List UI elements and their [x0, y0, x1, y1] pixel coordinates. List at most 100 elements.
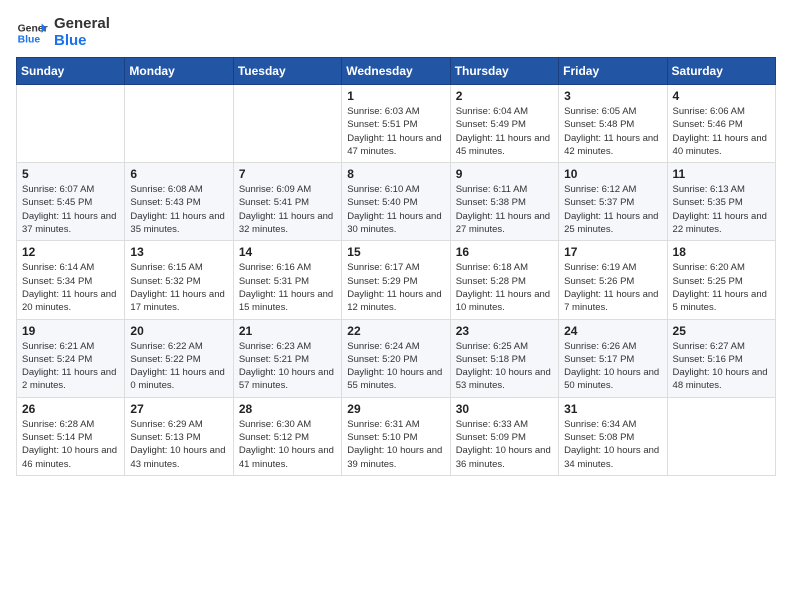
day-number: 12 [22, 245, 119, 259]
calendar-cell [233, 85, 341, 163]
day-info-text: Daylight: 10 hours and 57 minutes. [239, 366, 336, 393]
day-number: 7 [239, 167, 336, 181]
day-info-text: Sunset: 5:43 PM [130, 196, 227, 209]
calendar-cell: 12 Sunrise: 6:14 AMSunset: 5:34 PMDayligh… [17, 241, 125, 319]
day-info-text: Daylight: 11 hours and 35 minutes. [130, 210, 227, 237]
day-number: 30 [456, 402, 553, 416]
day-number: 8 [347, 167, 444, 181]
day-info-text: Sunset: 5:22 PM [130, 353, 227, 366]
day-info-text: Daylight: 11 hours and 25 minutes. [564, 210, 661, 237]
day-info-text: Sunset: 5:21 PM [239, 353, 336, 366]
calendar-cell: 13Sunrise: 6:15 AMSunset: 5:32 PMDayligh… [125, 241, 233, 319]
day-info-text: Sunrise: 6:15 AM [130, 261, 227, 274]
calendar-week-row: 19Sunrise: 6:21 AMSunset: 5:24 PMDayligh… [17, 319, 776, 397]
calendar-cell: 22Sunrise: 6:24 AMSunset: 5:20 PMDayligh… [342, 319, 450, 397]
day-info-text: Sunset: 5:28 PM [456, 275, 553, 288]
day-info-text: Sunrise: 6:29 AM [130, 418, 227, 431]
day-info-text: Sunset: 5:38 PM [456, 196, 553, 209]
calendar-cell: 6Sunrise: 6:08 AMSunset: 5:43 PMDaylight… [125, 163, 233, 241]
day-info-text: Daylight: 11 hours and 40 minutes. [673, 132, 770, 159]
day-info-text: Sunrise: 6:16 AM [239, 261, 336, 274]
day-info-text: Daylight: 10 hours and 46 minutes. [22, 444, 119, 471]
day-info-text: Sunrise: 6:11 AM [456, 183, 553, 196]
day-number: 2 [456, 89, 553, 103]
calendar-cell: 14Sunrise: 6:16 AMSunset: 5:31 PMDayligh… [233, 241, 341, 319]
day-info-text: Daylight: 11 hours and 42 minutes. [564, 132, 661, 159]
day-info-text: Daylight: 10 hours and 39 minutes. [347, 444, 444, 471]
day-info-text: Daylight: 11 hours and 45 minutes. [456, 132, 553, 159]
column-header-friday: Friday [559, 58, 667, 85]
calendar-cell: 15Sunrise: 6:17 AMSunset: 5:29 PMDayligh… [342, 241, 450, 319]
day-info-text: Sunrise: 6:25 AM [456, 340, 553, 353]
day-info-text: Sunrise: 6:08 AM [130, 183, 227, 196]
calendar-cell: 26Sunrise: 6:28 AMSunset: 5:14 PMDayligh… [17, 397, 125, 475]
day-info-text: Sunset: 5:29 PM [347, 275, 444, 288]
calendar-cell: 23Sunrise: 6:25 AMSunset: 5:18 PMDayligh… [450, 319, 558, 397]
calendar-week-row: 5Sunrise: 6:07 AMSunset: 5:45 PMDaylight… [17, 163, 776, 241]
logo-general: General [54, 16, 110, 33]
calendar-header-row: SundayMondayTuesdayWednesdayThursdayFrid… [17, 58, 776, 85]
day-info-text: Sunset: 5:14 PM [22, 431, 119, 444]
calendar-cell: 28Sunrise: 6:30 AMSunset: 5:12 PMDayligh… [233, 397, 341, 475]
column-header-monday: Monday [125, 58, 233, 85]
day-info-text: Sunset: 5:12 PM [239, 431, 336, 444]
day-info-text: Daylight: 10 hours and 55 minutes. [347, 366, 444, 393]
day-info-text: Sunrise: 6:27 AM [673, 340, 770, 353]
logo: General Blue General Blue [16, 16, 110, 49]
calendar-table: SundayMondayTuesdayWednesdayThursdayFrid… [16, 57, 776, 476]
day-info-text: Sunset: 5:46 PM [673, 118, 770, 131]
column-header-tuesday: Tuesday [233, 58, 341, 85]
day-number: 24 [564, 324, 661, 338]
day-info-text: Sunrise: 6:03 AM [347, 105, 444, 118]
day-info-text: Sunset: 5:16 PM [673, 353, 770, 366]
day-info-text: Sunset: 5:35 PM [673, 196, 770, 209]
page-header: General Blue General Blue [16, 16, 776, 49]
day-info-text: Daylight: 11 hours and 30 minutes. [347, 210, 444, 237]
day-info-text: Sunrise: 6:07 AM [22, 183, 119, 196]
calendar-cell: 27Sunrise: 6:29 AMSunset: 5:13 PMDayligh… [125, 397, 233, 475]
day-number: 25 [673, 324, 770, 338]
day-info-text: Sunrise: 6:14 AM [22, 261, 119, 274]
day-info-text: Daylight: 11 hours and 0 minutes. [130, 366, 227, 393]
day-info-text: Sunset: 5:10 PM [347, 431, 444, 444]
calendar-cell: 7Sunrise: 6:09 AMSunset: 5:41 PMDaylight… [233, 163, 341, 241]
day-info-text: Daylight: 11 hours and 20 minutes. [22, 288, 119, 315]
day-info-text: Sunset: 5:09 PM [456, 431, 553, 444]
day-info-text: Sunrise: 6:31 AM [347, 418, 444, 431]
day-info-text: Sunset: 5:26 PM [564, 275, 661, 288]
day-info-text: Sunrise: 6:33 AM [456, 418, 553, 431]
day-info-text: Sunset: 5:48 PM [564, 118, 661, 131]
day-info-text: Sunset: 5:34 PM [22, 275, 119, 288]
day-number: 14 [239, 245, 336, 259]
day-number: 13 [130, 245, 227, 259]
day-number: 19 [22, 324, 119, 338]
column-header-wednesday: Wednesday [342, 58, 450, 85]
day-info-text: Daylight: 10 hours and 43 minutes. [130, 444, 227, 471]
calendar-cell: 4Sunrise: 6:06 AMSunset: 5:46 PMDaylight… [667, 85, 775, 163]
day-info-text: Daylight: 10 hours and 50 minutes. [564, 366, 661, 393]
day-info-text: Sunrise: 6:30 AM [239, 418, 336, 431]
calendar-cell [17, 85, 125, 163]
day-number: 31 [564, 402, 661, 416]
calendar-cell: 8Sunrise: 6:10 AMSunset: 5:40 PMDaylight… [342, 163, 450, 241]
calendar-cell: 2Sunrise: 6:04 AMSunset: 5:49 PMDaylight… [450, 85, 558, 163]
calendar-cell: 16Sunrise: 6:18 AMSunset: 5:28 PMDayligh… [450, 241, 558, 319]
day-info-text: Sunset: 5:24 PM [22, 353, 119, 366]
day-info-text: Sunrise: 6:18 AM [456, 261, 553, 274]
day-info-text: Daylight: 11 hours and 22 minutes. [673, 210, 770, 237]
day-info-text: Sunset: 5:13 PM [130, 431, 227, 444]
day-info-text: Sunset: 5:18 PM [456, 353, 553, 366]
calendar-cell [125, 85, 233, 163]
calendar-cell: 31Sunrise: 6:34 AMSunset: 5:08 PMDayligh… [559, 397, 667, 475]
day-info-text: Daylight: 10 hours and 34 minutes. [564, 444, 661, 471]
calendar-cell: 9Sunrise: 6:11 AMSunset: 5:38 PMDaylight… [450, 163, 558, 241]
day-info-text: Sunset: 5:08 PM [564, 431, 661, 444]
day-info-text: Daylight: 11 hours and 12 minutes. [347, 288, 444, 315]
day-info-text: Daylight: 11 hours and 5 minutes. [673, 288, 770, 315]
day-info-text: Sunset: 5:17 PM [564, 353, 661, 366]
day-info-text: Daylight: 11 hours and 32 minutes. [239, 210, 336, 237]
calendar-week-row: 12Sunrise: 6:14 AMSunset: 5:34 PMDayligh… [17, 241, 776, 319]
day-info-text: Sunrise: 6:12 AM [564, 183, 661, 196]
day-info-text: Sunrise: 6:17 AM [347, 261, 444, 274]
day-info-text: Daylight: 11 hours and 7 minutes. [564, 288, 661, 315]
